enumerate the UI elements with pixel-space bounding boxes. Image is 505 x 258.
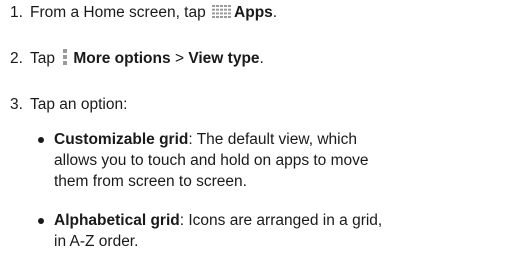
option-alphabetical-grid: Alphabetical grid: Icons are arranged in… (54, 211, 382, 230)
step-2: 2. Tap More options > View type. (10, 49, 264, 68)
more-options-icon (61, 49, 69, 66)
instruction-document: 1. From a Home screen, tap Apps. 2. Tap (0, 0, 505, 258)
menu-separator: > (174, 50, 184, 67)
option-desc-line: in A-Z order. (54, 233, 139, 250)
option-desc: : The default view, which (188, 131, 357, 148)
step-punct: . (272, 4, 278, 21)
view-type-label: View type (188, 50, 260, 67)
option-desc-line: allows you to touch and hold on apps to … (54, 152, 369, 169)
bullet (38, 218, 44, 224)
apps-grid-icon (212, 4, 232, 18)
step-text: From a Home screen, tap (30, 4, 206, 21)
option-term: Alphabetical grid (54, 212, 180, 229)
more-options-label: More options (73, 50, 171, 67)
bullet (38, 137, 44, 143)
step-number: 2. (10, 50, 23, 67)
option-term: Customizable grid (54, 131, 189, 148)
option-customizable-grid: Customizable grid: The default view, whi… (54, 130, 357, 149)
option-desc-line: them from screen to screen. (54, 173, 247, 190)
step-text: Tap (30, 50, 55, 67)
option-desc: : Icons are arranged in a grid, (179, 212, 383, 229)
step-number: 1. (10, 4, 23, 21)
apps-label: Apps (234, 4, 273, 21)
step-punct: . (259, 50, 264, 67)
step-text: Tap an option: (30, 96, 128, 113)
step-3: 3. Tap an option: (10, 95, 127, 114)
step-1: 1. From a Home screen, tap Apps. (10, 3, 277, 22)
step-number: 3. (10, 96, 23, 113)
